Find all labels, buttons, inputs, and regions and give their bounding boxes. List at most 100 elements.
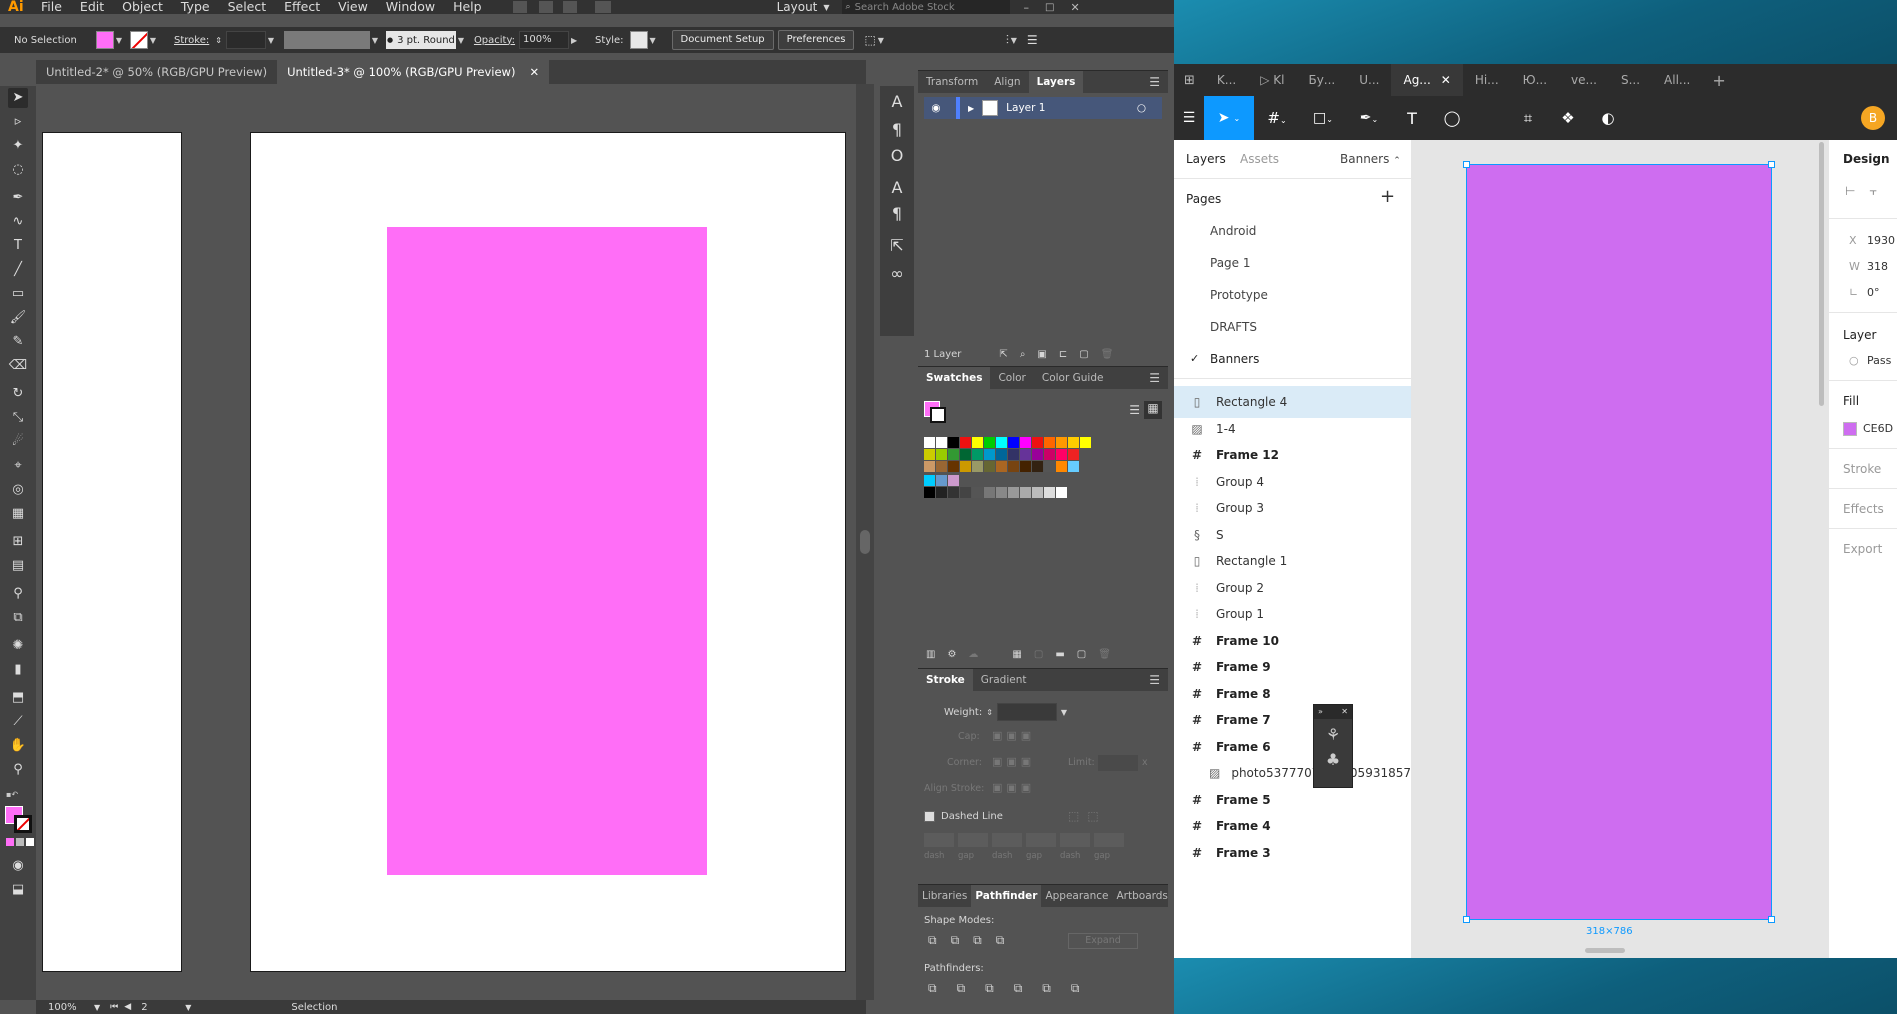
- artboard-tool-icon[interactable]: ⬒: [8, 688, 28, 708]
- color-swatch[interactable]: [984, 449, 995, 460]
- resize-handle[interactable]: [1768, 916, 1775, 923]
- color-swatch[interactable]: [1032, 487, 1043, 498]
- menu-help[interactable]: Help: [444, 0, 491, 14]
- figma-canvas[interactable]: 318×786 » ✕ ⚘ ♣: [1313, 140, 1829, 958]
- links-icon[interactable]: ∞: [887, 264, 907, 284]
- cloud-icon[interactable]: ☁: [968, 649, 978, 660]
- expand-button[interactable]: Expand: [1068, 933, 1138, 949]
- text-tool-icon[interactable]: T: [1392, 109, 1432, 128]
- symbol-sprayer-icon[interactable]: ✺: [8, 636, 28, 656]
- corner-buttons[interactable]: ▣▣▣: [992, 755, 1035, 768]
- color-swatch[interactable]: [1032, 461, 1043, 472]
- limit-input[interactable]: [1098, 755, 1138, 771]
- weight-input[interactable]: [996, 703, 1057, 721]
- resize-handle[interactable]: [1463, 161, 1470, 168]
- swatch-options-icon[interactable]: ▦: [1012, 649, 1021, 660]
- align-to-icon[interactable]: ⬚: [864, 33, 875, 47]
- color-swatch[interactable]: [996, 449, 1007, 460]
- tab-color[interactable]: Color: [990, 367, 1033, 389]
- menu-view[interactable]: View: [329, 0, 377, 14]
- tab-assets[interactable]: Assets: [1240, 152, 1279, 166]
- screen-mode-icon[interactable]: ⬓: [8, 880, 28, 900]
- scroll-thumb[interactable]: [860, 530, 870, 554]
- artboard-number[interactable]: 2: [141, 1002, 181, 1013]
- opentype-icon[interactable]: O: [887, 146, 907, 166]
- color-swatch[interactable]: [972, 437, 983, 448]
- vertical-scrollbar[interactable]: [856, 84, 874, 1000]
- hand-tool-icon[interactable]: ✋: [8, 736, 28, 756]
- layer-row[interactable]: # Frame 3: [1174, 837, 1411, 869]
- color-swatch[interactable]: [924, 461, 935, 472]
- page-banners[interactable]: Banners: [1210, 352, 1259, 366]
- mesh-tool-icon[interactable]: ⊞: [8, 532, 28, 552]
- figma-tab[interactable]: U...: [1347, 64, 1391, 96]
- color-swatch[interactable]: [996, 461, 1007, 472]
- chevron-down-icon[interactable]: ▼: [370, 36, 380, 45]
- menu-effect[interactable]: Effect: [275, 0, 329, 14]
- slice-tool-icon[interactable]: ⟋: [8, 712, 28, 732]
- menu-type[interactable]: Type: [172, 0, 219, 14]
- fill-hex-input[interactable]: CE6D: [1863, 422, 1893, 435]
- color-swatch[interactable]: [936, 461, 947, 472]
- comment-tool-icon[interactable]: ◯: [1432, 109, 1472, 127]
- color-swatch[interactable]: [996, 487, 1007, 498]
- add-page-icon[interactable]: +: [1380, 186, 1395, 207]
- paragraph-styles-icon[interactable]: ¶: [887, 204, 907, 224]
- page-1[interactable]: Page 1: [1210, 256, 1251, 270]
- color-swatch[interactable]: [1068, 437, 1079, 448]
- color-group-icon[interactable]: ▢: [1034, 649, 1043, 660]
- selected-rectangle[interactable]: [1463, 161, 1775, 923]
- chevron-down-icon[interactable]: ▼: [94, 1003, 100, 1012]
- clipping-mask-icon[interactable]: ▣: [1037, 349, 1046, 360]
- character-icon[interactable]: A: [887, 92, 907, 112]
- eyedropper-icon[interactable]: ⚲: [8, 584, 28, 604]
- figma-tab[interactable]: Hi...: [1463, 64, 1511, 96]
- color-swatch[interactable]: [984, 461, 995, 472]
- menu-file[interactable]: File: [32, 0, 71, 14]
- menu-object[interactable]: Object: [113, 0, 172, 14]
- w-input[interactable]: 318: [1867, 260, 1888, 273]
- component-icon[interactable]: ❖: [1548, 109, 1588, 127]
- color-swatch[interactable]: [1044, 461, 1055, 472]
- resize-handle[interactable]: [1463, 916, 1470, 923]
- opacity-input[interactable]: 100%: [519, 31, 570, 49]
- color-swatch[interactable]: [1008, 449, 1019, 460]
- new-tab-icon[interactable]: +: [1702, 71, 1735, 90]
- graphic-style-swatch[interactable]: [629, 31, 648, 49]
- color-swatch[interactable]: [1080, 437, 1091, 448]
- chevron-down-icon[interactable]: ▼: [1009, 36, 1019, 45]
- swatch-grid[interactable]: [924, 437, 1154, 499]
- tab-appearance[interactable]: Appearance: [1041, 885, 1112, 907]
- club-icon[interactable]: ♣: [1314, 750, 1352, 769]
- dash-input[interactable]: [1060, 833, 1090, 847]
- search-box[interactable]: ⌕ Search Adobe Stock: [841, 0, 1010, 14]
- tab-artboards[interactable]: Artboards: [1112, 885, 1168, 907]
- new-folder-icon[interactable]: ▬: [1055, 649, 1064, 660]
- stroke-section-title[interactable]: Stroke: [1843, 462, 1881, 476]
- vertical-scrollbar[interactable]: [1819, 142, 1824, 406]
- active-stroke-swatch[interactable]: [930, 407, 946, 423]
- layer-row[interactable]: ◉ ▶ Layer 1 ○: [924, 97, 1162, 119]
- zoom-tool-icon[interactable]: ⚲: [8, 760, 28, 780]
- dash-input[interactable]: [992, 833, 1022, 847]
- bridge-icon[interactable]: [512, 1, 527, 13]
- character-styles-icon[interactable]: A: [887, 178, 907, 198]
- paintbrush-icon[interactable]: 🖌: [8, 308, 28, 328]
- shape-mode-buttons[interactable]: ⧉⧉⧉⧉: [928, 933, 1018, 948]
- delete-icon[interactable]: 🗑: [1101, 349, 1114, 360]
- page-drafts[interactable]: DRAFTS: [1210, 320, 1257, 334]
- gap-input[interactable]: [1094, 833, 1124, 847]
- color-swatch[interactable]: [948, 461, 959, 472]
- page-prototype[interactable]: Prototype: [1210, 288, 1268, 302]
- color-swatch[interactable]: [1032, 437, 1043, 448]
- color-swatch[interactable]: [1056, 461, 1067, 472]
- stroke-swatch[interactable]: [130, 31, 148, 49]
- alignment-icons[interactable]: ⊢⫟: [1845, 184, 1891, 199]
- rectangle-tool-icon[interactable]: ▭: [8, 284, 28, 304]
- close-icon[interactable]: ✕: [1341, 705, 1348, 719]
- move-tool-icon[interactable]: ➤ ⌄: [1204, 96, 1254, 140]
- gpu-performance-icon[interactable]: [594, 1, 611, 13]
- rotation-input[interactable]: 0°: [1867, 286, 1880, 299]
- color-swatch[interactable]: [1008, 461, 1019, 472]
- blend-tool-icon[interactable]: ⧉: [8, 608, 28, 628]
